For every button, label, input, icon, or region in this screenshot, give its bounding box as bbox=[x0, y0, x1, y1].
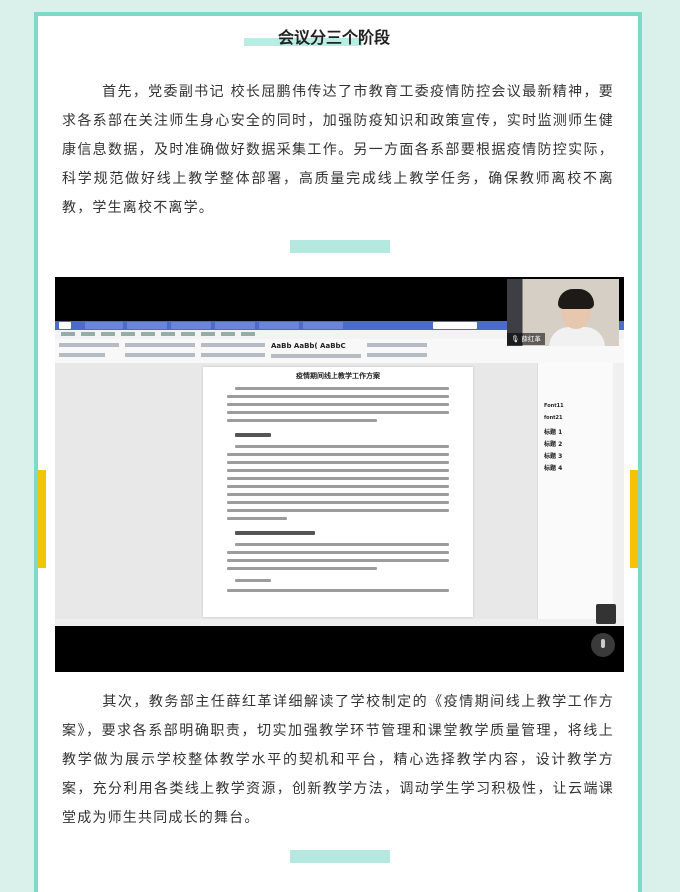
doc-tab bbox=[171, 322, 211, 329]
text-line bbox=[227, 469, 449, 472]
style-item[interactable]: Font11 bbox=[544, 403, 564, 409]
style-panel: Font11 font21 标题 1 标题 2 标题 3 标题 4 bbox=[537, 363, 614, 619]
speaker-name-label: 🎙 薛红革 bbox=[507, 333, 545, 345]
paragraph-2-text: 其次，教务部主任薛红革详细解读了学校制定的《疫情期间线上教学工作方案》，要求各系… bbox=[62, 694, 614, 826]
speaker-body bbox=[549, 327, 605, 346]
menu-item bbox=[241, 332, 255, 336]
heading-line bbox=[235, 433, 271, 437]
left-accent-bar bbox=[38, 470, 46, 568]
text-line bbox=[235, 445, 449, 448]
speaker-video-thumbnail: 🎙 薛红革 bbox=[507, 279, 619, 346]
doc-tab-active bbox=[433, 322, 477, 329]
right-toolbar bbox=[613, 363, 624, 619]
ribbon-group bbox=[271, 354, 361, 358]
menu-item bbox=[201, 332, 215, 336]
paragraph-1-text: 首先，党委副书记 校长屈鹏伟传达了市教育工委疫情防控会议最新精神，要求各系部在关… bbox=[62, 84, 614, 216]
ribbon-group bbox=[59, 343, 119, 347]
text-line bbox=[227, 395, 449, 398]
app-home-tab bbox=[59, 322, 71, 329]
doc-statusbar bbox=[55, 619, 624, 626]
text-line bbox=[227, 403, 449, 406]
doc-tab bbox=[127, 322, 167, 329]
section-title: 会议分三个阶段 bbox=[34, 24, 634, 48]
mic-icon[interactable] bbox=[591, 633, 615, 657]
ribbon-group bbox=[367, 353, 427, 357]
text-line bbox=[227, 477, 449, 480]
text-line bbox=[227, 411, 449, 414]
section-title-text: 会议分三个阶段 bbox=[277, 28, 390, 47]
doc-page: 疫情期间线上教学工作方案 bbox=[203, 367, 473, 617]
text-line bbox=[227, 453, 449, 456]
ribbon-group bbox=[367, 343, 427, 347]
paragraph-1: 首先，党委副书记 校长屈鹏伟传达了市教育工委疫情防控会议最新精神，要求各系部在关… bbox=[62, 78, 614, 223]
text-line bbox=[227, 419, 377, 422]
style-item[interactable]: font21 bbox=[544, 415, 563, 421]
speaker-hair bbox=[558, 289, 594, 309]
menu-item bbox=[161, 332, 175, 336]
ribbon-group bbox=[125, 343, 195, 347]
mic-glyph bbox=[601, 639, 605, 648]
style-item[interactable]: 标题 3 bbox=[544, 451, 562, 460]
text-line bbox=[227, 461, 449, 464]
doc-page-title: 疫情期间线上教学工作方案 bbox=[296, 372, 380, 380]
text-line bbox=[227, 501, 449, 504]
doc-tab bbox=[303, 322, 343, 329]
menu-item bbox=[81, 332, 95, 336]
speaker-name: 薛红革 bbox=[521, 335, 541, 343]
ribbon-group bbox=[59, 353, 105, 357]
text-line bbox=[235, 579, 271, 582]
divider-2 bbox=[290, 850, 390, 863]
divider-1 bbox=[290, 240, 390, 253]
text-line bbox=[227, 509, 449, 512]
text-line bbox=[227, 551, 449, 554]
heading-line bbox=[235, 531, 315, 535]
doc-tab bbox=[215, 322, 255, 329]
text-line bbox=[227, 485, 449, 488]
doc-tab bbox=[85, 322, 123, 329]
menu-item bbox=[101, 332, 115, 336]
menu-item bbox=[141, 332, 155, 336]
menu-item bbox=[61, 332, 75, 336]
text-line bbox=[235, 387, 449, 390]
text-line bbox=[227, 567, 377, 570]
ribbon-style-gallery: AaBb AaBb( AaBbC bbox=[271, 342, 346, 350]
menu-item bbox=[221, 332, 235, 336]
style-item[interactable]: 标题 2 bbox=[544, 439, 562, 448]
ribbon-group bbox=[201, 353, 265, 357]
paragraph-2: 其次，教务部主任薛红革详细解读了学校制定的《疫情期间线上教学工作方案》，要求各系… bbox=[62, 688, 614, 833]
text-line bbox=[235, 543, 449, 546]
style-item[interactable]: 标题 4 bbox=[544, 463, 562, 472]
style-item[interactable]: 标题 1 bbox=[544, 427, 562, 436]
meeting-screenshot: AaBb AaBb( AaBbC 疫情期间线上教学工作方案 Font11 fon… bbox=[55, 277, 624, 672]
text-line bbox=[227, 589, 449, 592]
mic-icon: 🎙 bbox=[511, 335, 520, 343]
text-line bbox=[227, 493, 449, 496]
ribbon-group bbox=[201, 343, 265, 347]
menu-item bbox=[121, 332, 135, 336]
ribbon-group bbox=[125, 353, 195, 357]
edit-icon[interactable] bbox=[596, 604, 616, 624]
text-line bbox=[227, 517, 287, 520]
right-accent-bar bbox=[630, 470, 638, 568]
doc-tab bbox=[259, 322, 299, 329]
menu-item bbox=[181, 332, 195, 336]
text-line bbox=[227, 559, 449, 562]
